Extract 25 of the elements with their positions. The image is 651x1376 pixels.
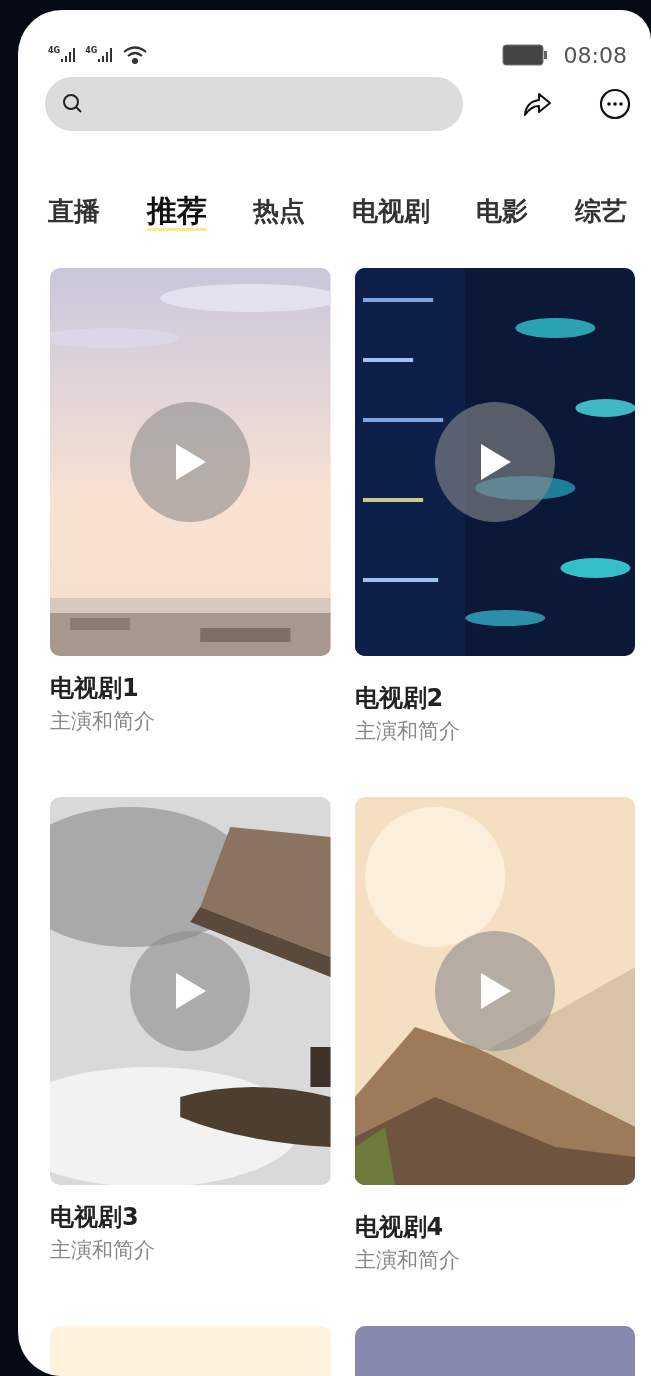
video-subtitle: 主演和简介 [354, 1247, 461, 1274]
category-tab[interactable]: 热点 [253, 198, 306, 231]
battery-icon [501, 44, 548, 66]
category-tab[interactable]: 推荐 [146, 196, 207, 231]
network-label: 4G [85, 47, 98, 55]
signal-icon [98, 47, 115, 63]
category-tab[interactable]: 直播 [48, 198, 100, 231]
share-icon [522, 90, 552, 118]
more-button[interactable] [597, 86, 633, 122]
video-title: 电视剧2 [354, 683, 445, 714]
video-subtitle: 主演和简介 [354, 718, 461, 745]
status-time: 08:08 [563, 41, 627, 70]
category-tab[interactable]: 电影 [476, 198, 529, 231]
video-title: 电视剧4 [354, 1212, 445, 1243]
wifi-icon [122, 45, 149, 65]
search-field[interactable] [45, 77, 463, 131]
video-subtitle: 主演和简介 [50, 1237, 156, 1264]
signal-icon [61, 47, 78, 63]
video-subtitle: 主演和简介 [50, 708, 156, 735]
more-icon [599, 88, 631, 120]
video-title: 电视剧3 [50, 1202, 140, 1233]
category-tab[interactable]: 电视剧 [351, 198, 430, 231]
category-tab[interactable]: 综艺 [574, 198, 627, 231]
network-label: 4G [48, 47, 61, 55]
video-title: 电视剧1 [50, 673, 140, 704]
